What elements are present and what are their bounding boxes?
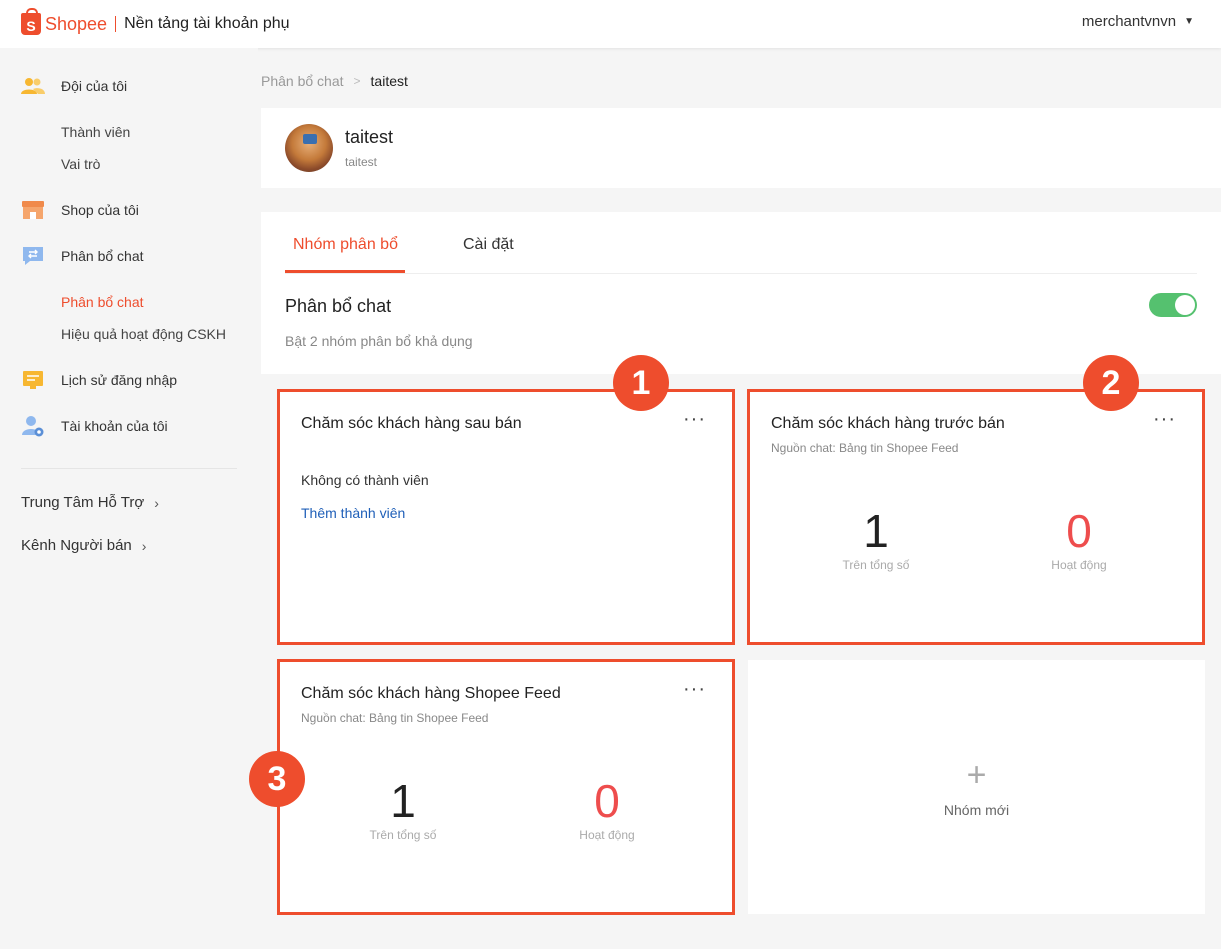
shopee-logo[interactable]: S Shopee — [21, 8, 108, 35]
sidebar-item-my-account[interactable]: Tài khoản của tôi — [21, 416, 168, 437]
active-tab-indicator — [285, 270, 405, 273]
total-label: Trên tổng số — [842, 558, 910, 572]
sidebar-item-label: Lịch sử đăng nhập — [61, 372, 178, 388]
tab-bar: Nhóm phân bổ Cài đặt — [285, 212, 1197, 274]
profile-username: taitest — [345, 155, 378, 169]
profile-card: taitest taitest — [261, 108, 1221, 188]
sidebar-item-chat-assign[interactable]: Phân bổ chat — [21, 246, 144, 266]
header-divider — [115, 16, 117, 32]
total-stat: 1 Trên tổng số — [816, 506, 936, 572]
brand-name: Shopee — [45, 13, 108, 34]
seller-channel-label: Kênh Người bán — [21, 537, 132, 554]
section-description: Bật 2 nhóm phân bổ khả dụng — [285, 333, 473, 349]
chat-source: Nguồn chat: Bảng tin Shopee Feed — [771, 441, 959, 455]
group-title: Chăm sóc khách hàng trước bán — [771, 415, 1005, 432]
profile-name: taitest — [345, 127, 394, 147]
tab-settings[interactable]: Cài đặt — [463, 236, 514, 254]
callout-badge-1: 1 — [613, 355, 669, 411]
chat-assign-icon — [21, 246, 45, 266]
callout-badge-3: 3 — [249, 751, 305, 807]
total-label: Trên tổng số — [369, 828, 437, 842]
caret-down-icon: ▼ — [1184, 16, 1194, 27]
sidebar-item-members[interactable]: Thành viên — [61, 124, 130, 140]
username: merchantvnvn — [1081, 13, 1177, 30]
section-title: Phân bổ chat — [285, 296, 392, 316]
sidebar-item-chat-assign-active[interactable]: Phân bổ chat — [61, 294, 144, 310]
total-value: 1 — [390, 775, 416, 827]
top-header: S Shopee Nền tảng tài khoản phụ merchant… — [0, 0, 1221, 48]
account-icon — [21, 416, 45, 437]
sidebar-divider — [21, 468, 237, 469]
active-label: Hoạt động — [579, 828, 635, 842]
breadcrumb-current: taitest — [370, 73, 408, 89]
breadcrumb: Phân bổ chat > taitest — [261, 73, 408, 89]
avatar — [285, 124, 333, 172]
team-icon — [21, 76, 45, 96]
sidebar-item-my-team[interactable]: Đội của tôi — [21, 76, 127, 96]
sidebar-item-label: Phân bổ chat — [61, 248, 144, 264]
tab-assign-groups[interactable]: Nhóm phân bổ — [293, 236, 398, 254]
callout-badge-2: 2 — [1083, 355, 1139, 411]
login-history-icon — [21, 370, 45, 390]
group-card-pre-sales: Chăm sóc khách hàng trước bán Nguồn chat… — [747, 389, 1205, 645]
total-value: 1 — [863, 505, 889, 557]
sidebar: Đội của tôi Thành viên Vai trò Shop của … — [0, 48, 258, 949]
sidebar-item-my-shop[interactable]: Shop của tôi — [21, 200, 139, 220]
help-center-link[interactable]: Trung Tâm Hỗ Trợ › — [21, 494, 159, 511]
chat-assign-toggle[interactable] — [1149, 293, 1197, 317]
sidebar-item-label: Tài khoản của tôi — [61, 418, 168, 434]
chevron-right-icon: > — [353, 74, 361, 88]
group-title: Chăm sóc khách hàng sau bán — [301, 415, 522, 432]
active-value: 0 — [594, 775, 620, 827]
sidebar-item-login-history[interactable]: Lịch sử đăng nhập — [21, 370, 177, 390]
shop-icon — [21, 200, 45, 220]
active-label: Hoạt động — [1051, 558, 1107, 572]
settings-panel: Nhóm phân bổ Cài đặt Phân bổ chat Bật 2 … — [261, 212, 1221, 374]
more-options-icon[interactable]: ··· — [683, 679, 706, 699]
chat-source: Nguồn chat: Bảng tin Shopee Feed — [301, 711, 489, 725]
chevron-right-icon: › — [154, 494, 159, 511]
empty-members-text: Không có thành viên — [301, 472, 429, 488]
active-value: 0 — [1066, 505, 1092, 557]
plus-icon: + — [966, 756, 987, 794]
active-stat: 0 Hoạt động — [547, 776, 667, 842]
active-stat: 0 Hoạt động — [1019, 506, 1139, 572]
portal-title: Nền tảng tài khoản phụ — [124, 15, 290, 32]
total-stat: 1 Trên tổng số — [343, 776, 463, 842]
new-group-label: Nhóm mới — [943, 802, 1010, 818]
help-center-label: Trung Tâm Hỗ Trợ — [21, 494, 145, 511]
chevron-right-icon: › — [141, 537, 147, 554]
group-title: Chăm sóc khách hàng Shopee Feed — [301, 685, 561, 702]
group-card-shopee-feed: Chăm sóc khách hàng Shopee Feed Nguồn ch… — [277, 659, 735, 915]
more-options-icon[interactable]: ··· — [683, 409, 706, 429]
sidebar-item-cs-performance[interactable]: Hiệu quả hoạt động CSKH — [61, 326, 226, 342]
new-group-card[interactable]: + Nhóm mới — [748, 660, 1205, 914]
more-options-icon[interactable]: ··· — [1153, 409, 1176, 429]
sidebar-item-label: Đội của tôi — [61, 78, 128, 94]
add-member-link[interactable]: Thêm thành viên — [301, 505, 405, 521]
sidebar-item-roles[interactable]: Vai trò — [61, 156, 100, 172]
seller-channel-link[interactable]: Kênh Người bán › — [21, 537, 146, 554]
sidebar-item-label: Shop của tôi — [61, 202, 139, 218]
user-menu[interactable]: merchantvnvn ▼ — [1082, 13, 1194, 30]
breadcrumb-parent[interactable]: Phân bổ chat — [261, 73, 344, 89]
group-card-after-sales: Chăm sóc khách hàng sau bán ··· Không có… — [277, 389, 735, 645]
shopee-bag-icon: S — [21, 8, 41, 35]
